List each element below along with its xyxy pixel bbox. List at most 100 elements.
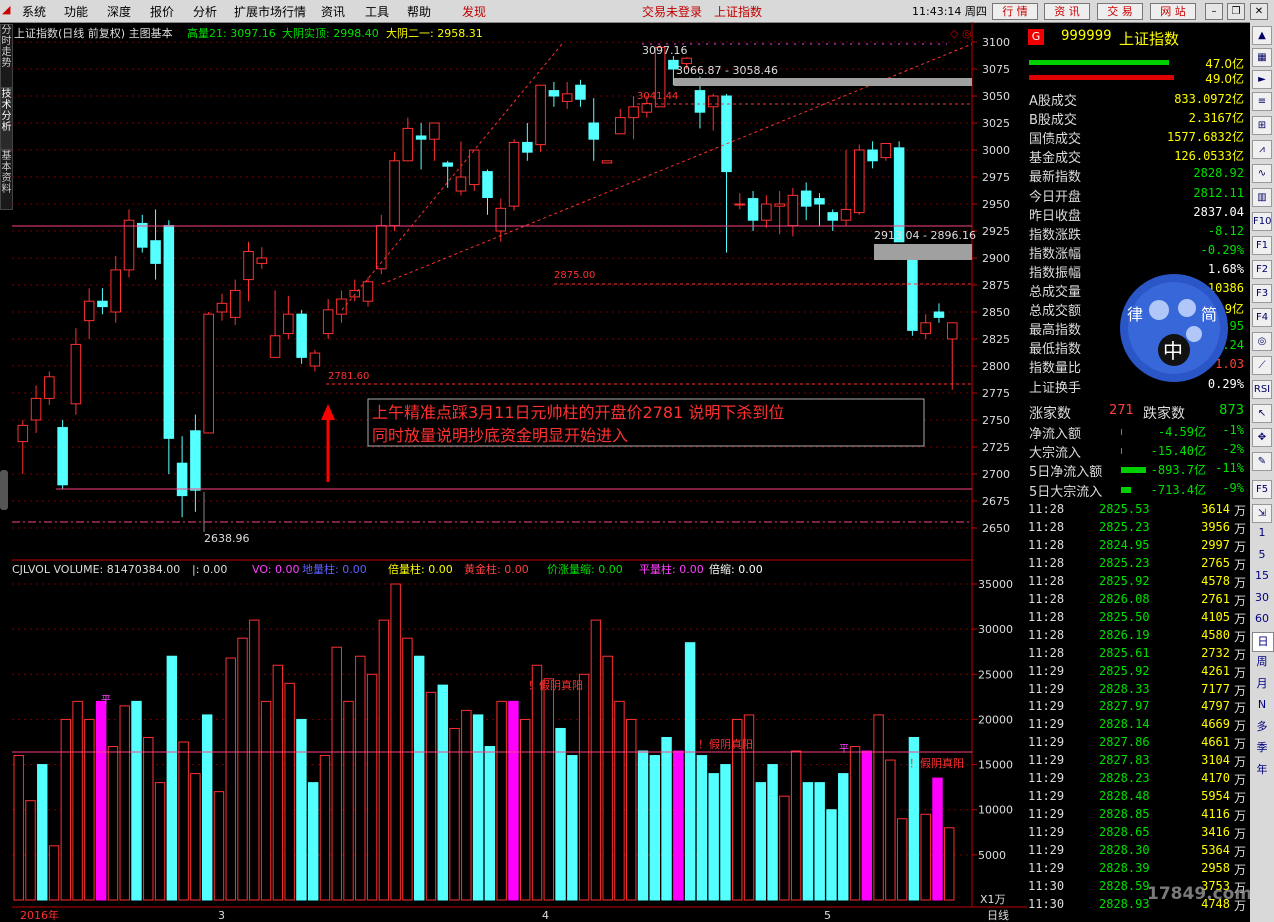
volume-bar <box>319 755 331 901</box>
candle-body <box>150 240 161 264</box>
f3-icon[interactable]: F3 <box>1252 284 1272 303</box>
quotes-button[interactable]: 行 情 <box>992 3 1038 20</box>
down-count: 873 <box>1219 403 1244 418</box>
quote-row-label: A股成交 <box>1029 94 1077 109</box>
f5-icon[interactable]: F5 <box>1252 480 1272 499</box>
period-日[interactable]: 日 <box>1252 631 1274 652</box>
f1-icon[interactable]: F1 <box>1252 236 1272 255</box>
menu-item-news[interactable]: 资讯 <box>321 3 345 20</box>
quote-row: 国债成交 1577.6832亿 <box>1027 128 1248 147</box>
pen-icon[interactable]: ✎ <box>1252 452 1272 471</box>
quote-row-label: 国债成交 <box>1029 132 1082 148</box>
period-月[interactable]: 月 <box>1252 675 1272 693</box>
bars-icon[interactable]: ▥ <box>1252 188 1272 207</box>
right-toolbar: ▲ ▦ ► ≡ ⊞ ⩘ ∿ ▥ F10 F1 F2 F3 F4 ◎ ⟋ RSI … <box>1250 22 1274 922</box>
tick-price: 2828.39 <box>1099 861 1150 875</box>
menu-item-analysis[interactable]: 分析 <box>193 3 217 20</box>
period-年[interactable]: 年 <box>1252 761 1272 779</box>
tick-time: 11:29 <box>1028 789 1065 804</box>
candle-body <box>854 149 865 214</box>
export-icon[interactable]: ⇲ <box>1252 504 1272 523</box>
login-status[interactable]: 交易未登录 <box>642 3 702 20</box>
period-15[interactable]: 15 <box>1252 567 1272 585</box>
quote-row-label: 总成交量 <box>1029 285 1082 300</box>
trade-button[interactable]: 交 易 <box>1097 3 1143 20</box>
candle-body <box>83 300 95 322</box>
tick-price: 2825.92 <box>1099 663 1150 678</box>
quote-row: 最新指数 2828.92 <box>1027 166 1248 185</box>
menu-item-extended-market[interactable]: 扩展市场行情 <box>234 3 306 20</box>
volume-bar <box>484 746 496 901</box>
f10-icon[interactable]: F10 <box>1252 212 1272 231</box>
wave-icon[interactable]: ∿ <box>1252 164 1272 183</box>
tick-volume: 2761 <box>1201 591 1230 606</box>
tick-time: 11:28 <box>1028 555 1065 570</box>
menu-item-system[interactable]: 系统 <box>22 3 46 20</box>
kline-chart[interactable]: 3100 3075 3050 3025 3000 2975 2950 2925 2900 2875… <box>12 22 1027 922</box>
period-N[interactable]: N <box>1252 696 1272 714</box>
website-button[interactable]: 网 站 <box>1150 3 1196 20</box>
volume-bar <box>849 746 861 901</box>
news-button[interactable]: 资 讯 <box>1044 3 1090 20</box>
candle-body <box>522 141 533 153</box>
chart-icon[interactable]: ⩘ <box>1252 140 1272 159</box>
price-tick-label: 3025 <box>982 117 1010 130</box>
menu-item-quote[interactable]: 报价 <box>150 3 174 20</box>
candle-body <box>561 93 573 102</box>
tick-price: 2826.08 <box>1099 591 1150 606</box>
menu-item-function[interactable]: 功能 <box>64 3 88 20</box>
tick-unit: 万 <box>1233 557 1246 572</box>
trend-icon[interactable]: ⟋ <box>1252 356 1272 375</box>
grid-icon[interactable]: ▦ <box>1252 48 1272 67</box>
app-logo-icon[interactable]: ◢ <box>2 3 10 16</box>
move-icon[interactable]: ✥ <box>1252 428 1272 447</box>
menu-item-discover[interactable]: 发现 <box>462 3 486 20</box>
volume-legend: VO: 0.00 地量柱: 0.00 倍量柱: 0.00 黄金柱: 0.00 价涨量缩:… <box>252 562 763 576</box>
period-5[interactable]: 5 <box>1252 546 1272 564</box>
candle-body <box>694 90 706 113</box>
menu-item-depth[interactable]: 深度 <box>107 3 131 20</box>
volume-bar <box>885 759 896 901</box>
f2-icon[interactable]: F2 <box>1252 260 1272 279</box>
candle-body <box>840 208 852 221</box>
collapse-handle[interactable] <box>0 470 8 510</box>
candle-body <box>628 106 639 119</box>
tick-volume: 3956 <box>1201 519 1230 534</box>
chart-diamond-icon[interactable]: ◇ ◎ <box>950 27 972 40</box>
tick-volume: 4578 <box>1201 573 1230 588</box>
list-icon[interactable]: ≡ <box>1252 92 1272 111</box>
quote-row-value: -0.29% <box>1200 242 1244 257</box>
rsi-icon[interactable]: RSI <box>1252 380 1272 399</box>
arrow-up-icon[interactable]: ▲ <box>1252 26 1272 45</box>
period-周[interactable]: 周 <box>1252 653 1272 671</box>
period-60[interactable]: 60 <box>1252 610 1272 628</box>
cursor-icon[interactable]: ↖ <box>1252 404 1272 423</box>
fund-flow-row: 大宗流入 -15.40亿 -2% <box>1027 442 1248 461</box>
candle-body <box>190 430 201 491</box>
period-季[interactable]: 季 <box>1252 739 1272 757</box>
quote-row: 指数涨跌 -8.12 <box>1027 224 1248 243</box>
tick-time: 11:28 <box>1028 627 1065 642</box>
arrow-right-icon[interactable]: ► <box>1252 70 1272 89</box>
price-tick-label: 3000 <box>982 144 1010 157</box>
f4-icon[interactable]: F4 <box>1252 308 1272 327</box>
tick-unit: 万 <box>1233 504 1246 518</box>
minimize-icon[interactable]: – <box>1205 3 1223 20</box>
fund-flow-pct: -11% <box>1215 461 1244 476</box>
menu-item-tools[interactable]: 工具 <box>365 3 389 20</box>
volume-legend-item: 价涨量缩: 0.00 <box>547 563 623 576</box>
quote-row-label: 上证换手 <box>1029 380 1082 396</box>
period-30[interactable]: 30 <box>1252 589 1272 607</box>
table-icon[interactable]: ⊞ <box>1252 116 1272 135</box>
annotation-line-1: 上午精准点踩3月11日元帅柱的开盘价2781 说明下杀到位 <box>372 403 784 422</box>
period-1[interactable]: 1 <box>1252 524 1272 542</box>
price-tick-label: 2850 <box>982 306 1010 319</box>
restore-icon[interactable]: ❐ <box>1227 3 1245 20</box>
volume-bar <box>637 750 649 901</box>
candle-body <box>442 162 453 167</box>
close-icon[interactable]: ✕ <box>1250 3 1268 20</box>
menu-item-help[interactable]: 帮助 <box>407 3 431 20</box>
globe-icon[interactable]: ◎ <box>1252 332 1272 351</box>
period-多[interactable]: 多 <box>1252 718 1272 736</box>
tick-row: 11:28 2826.19 4580 万 <box>1027 628 1248 646</box>
